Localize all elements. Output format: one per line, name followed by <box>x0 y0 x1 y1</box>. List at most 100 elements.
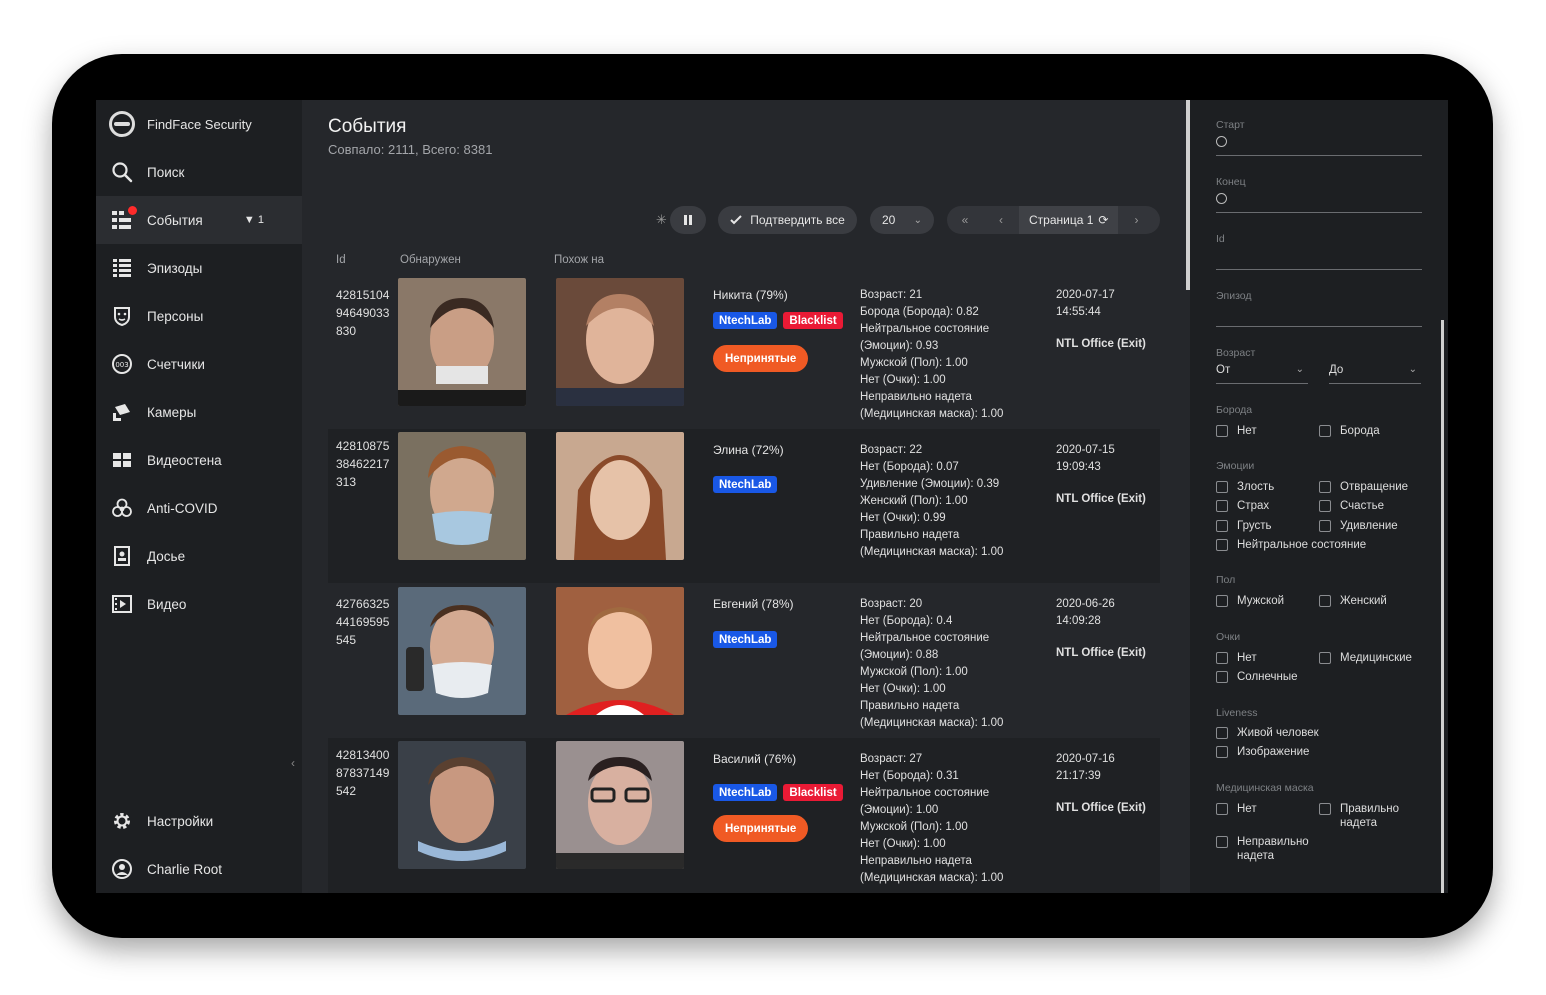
episodes-icon <box>110 256 134 280</box>
attributes-text: Возраст: 21 Борода (Борода): 0.82 Нейтра… <box>860 289 1004 420</box>
prev-page-icon[interactable]: ‹ <box>983 213 1019 227</box>
attributes-text: Возраст: 27 Нет (Борода): 0.31 Нейтральн… <box>860 753 1004 884</box>
checkbox-glasses-sun[interactable]: Солнечные <box>1216 670 1298 684</box>
page-size-select[interactable]: 20 ⌄ <box>870 206 934 234</box>
filter-scrollbar[interactable] <box>1441 320 1444 893</box>
sidebar-item-user[interactable]: Charlie Root <box>96 845 302 893</box>
column-header-id[interactable]: Id <box>336 254 346 266</box>
filter-episode-label: Эпизод <box>1216 290 1252 302</box>
filter-emotions-label: Эмоции <box>1216 460 1255 472</box>
current-page[interactable]: Страница 1 ⟳ <box>1019 206 1119 234</box>
checkbox-beard-none[interactable]: Нет <box>1216 424 1257 438</box>
dossier-icon <box>110 544 134 568</box>
match-name[interactable]: Василий (76%) <box>713 752 796 766</box>
checkbox-box <box>1216 595 1228 607</box>
next-page-icon[interactable]: › <box>1118 213 1154 227</box>
confirm-all-button[interactable]: Подтвердить все <box>718 206 857 234</box>
id-input[interactable] <box>1216 248 1422 270</box>
age-from-select[interactable]: От ⌄ <box>1216 364 1308 384</box>
table-row[interactable]: 4281087538462217313 Элина (72%) NtechLab… <box>328 429 1160 583</box>
matched-face-image[interactable] <box>556 587 684 715</box>
reject-button[interactable]: Непринятые <box>713 815 809 842</box>
sidebar-item-persons[interactable]: Персоны <box>96 292 302 340</box>
event-date: 2020-06-26 <box>1056 598 1115 610</box>
camera-name[interactable]: NTL Office (Exit) <box>1056 338 1146 350</box>
end-date-input[interactable] <box>1216 191 1422 213</box>
camera-name[interactable]: NTL Office (Exit) <box>1056 493 1146 505</box>
event-datetime: 2020-07-17 14:55:44 <box>1056 287 1115 321</box>
checkbox-gender-female[interactable]: Женский <box>1319 594 1387 608</box>
tag-ntechlab[interactable]: NtechLab <box>713 784 778 801</box>
checkbox-emotion-disgust[interactable]: Отвращение <box>1319 480 1408 494</box>
checkbox-box <box>1216 520 1228 532</box>
detected-face-image[interactable] <box>398 432 526 560</box>
table-row[interactable]: 4281510494649033830 Никита (79%) NtechLa… <box>328 278 1160 431</box>
checkbox-glasses-medical[interactable]: Медицинские <box>1319 651 1412 665</box>
column-header-similar[interactable]: Похож на <box>554 254 604 266</box>
match-name[interactable]: Элина (72%) <box>713 443 784 457</box>
sidebar-item-anti-covid[interactable]: Anti-COVID <box>96 484 302 532</box>
checkbox-emotion-fear[interactable]: Страх <box>1216 499 1269 513</box>
column-header-detected[interactable]: Обнаружен <box>400 254 461 266</box>
table-row[interactable]: 4276632544169595545 Евгений (78%) NtechL… <box>328 587 1160 740</box>
detected-face-image[interactable] <box>398 278 526 406</box>
brand[interactable]: FindFace Security <box>96 100 302 148</box>
checkbox-box <box>1216 481 1228 493</box>
chevron-down-icon: ⌄ <box>1295 364 1304 375</box>
first-page-icon[interactable]: « <box>947 213 983 227</box>
checkbox-label: Страх <box>1237 500 1270 512</box>
pause-button[interactable] <box>670 206 706 234</box>
checkbox-emotion-surprise[interactable]: Удивление <box>1319 519 1398 533</box>
sidebar-item-settings[interactable]: Настройки <box>96 797 302 845</box>
tag-blacklist[interactable]: Blacklist <box>783 784 843 801</box>
checkbox-glasses-none[interactable]: Нет <box>1216 651 1257 665</box>
checkbox-mask-correct[interactable]: Правильно надета <box>1319 802 1419 830</box>
filter-liveness-label: Liveness <box>1216 707 1258 719</box>
sidebar-item-cameras[interactable]: Камеры <box>96 388 302 436</box>
sidebar-item-events[interactable]: События ▼ 1 <box>96 196 302 244</box>
checkbox-emotion-neutral[interactable]: Нейтральное состояние <box>1216 538 1366 552</box>
age-to-value: До <box>1329 364 1344 376</box>
matched-face-image[interactable] <box>556 432 684 560</box>
tag-ntechlab[interactable]: NtechLab <box>713 312 778 329</box>
collapse-sidebar-icon[interactable]: ‹ <box>291 756 295 770</box>
checkbox-gender-male[interactable]: Мужской <box>1216 594 1284 608</box>
table-row[interactable]: 4281340087837149542 Василий (76%) NtechL… <box>328 738 1160 893</box>
detected-face-image[interactable] <box>398 741 526 869</box>
sidebar-item-videowall[interactable]: Видеостена <box>96 436 302 484</box>
checkbox-mask-incorrect[interactable]: Неправильно надета <box>1216 835 1316 863</box>
camera-name[interactable]: NTL Office (Exit) <box>1056 802 1146 814</box>
tag-ntechlab[interactable]: NtechLab <box>713 476 778 493</box>
events-main: События Совпало: 2111, Всего: 8381 ✳ Под… <box>302 100 1186 893</box>
matched-face-image[interactable] <box>556 741 684 869</box>
checkbox-emotion-happiness[interactable]: Счастье <box>1319 499 1384 513</box>
checkbox-label: Нет <box>1237 803 1257 815</box>
checkbox-emotion-sadness[interactable]: Грусть <box>1216 519 1271 533</box>
checkbox-liveness-live[interactable]: Живой человек <box>1216 726 1319 740</box>
checkbox-label: Грусть <box>1237 520 1272 532</box>
checkbox-box <box>1319 595 1331 607</box>
tag-list: NtechLab <box>713 631 778 648</box>
detected-face-image[interactable] <box>398 587 526 715</box>
tag-blacklist[interactable]: Blacklist <box>783 312 843 329</box>
camera-name[interactable]: NTL Office (Exit) <box>1056 647 1146 659</box>
episode-input[interactable] <box>1216 305 1422 327</box>
sidebar-item-counters[interactable]: 003 Счетчики <box>96 340 302 388</box>
sidebar-item-search[interactable]: Поиск <box>96 148 302 196</box>
reject-button[interactable]: Непринятые <box>713 345 809 372</box>
page-size-value: 20 <box>882 213 896 227</box>
sidebar: FindFace Security Поиск События ▼ 1 Эпиз… <box>96 100 302 893</box>
checkbox-liveness-image[interactable]: Изображение <box>1216 745 1309 759</box>
match-name[interactable]: Никита (79%) <box>713 288 788 302</box>
age-to-select[interactable]: До ⌄ <box>1329 364 1421 384</box>
match-name[interactable]: Евгений (78%) <box>713 597 794 611</box>
matched-face-image[interactable] <box>556 278 684 406</box>
checkbox-emotion-anger[interactable]: Злость <box>1216 480 1274 494</box>
checkbox-beard-yes[interactable]: Борода <box>1319 424 1380 438</box>
sidebar-item-video[interactable]: Видео <box>96 580 302 628</box>
checkbox-mask-none[interactable]: Нет <box>1216 802 1257 816</box>
tag-ntechlab[interactable]: NtechLab <box>713 631 778 648</box>
sidebar-item-episodes[interactable]: Эпизоды <box>96 244 302 292</box>
sidebar-item-dossier[interactable]: Досье <box>96 532 302 580</box>
start-date-input[interactable] <box>1216 134 1422 156</box>
